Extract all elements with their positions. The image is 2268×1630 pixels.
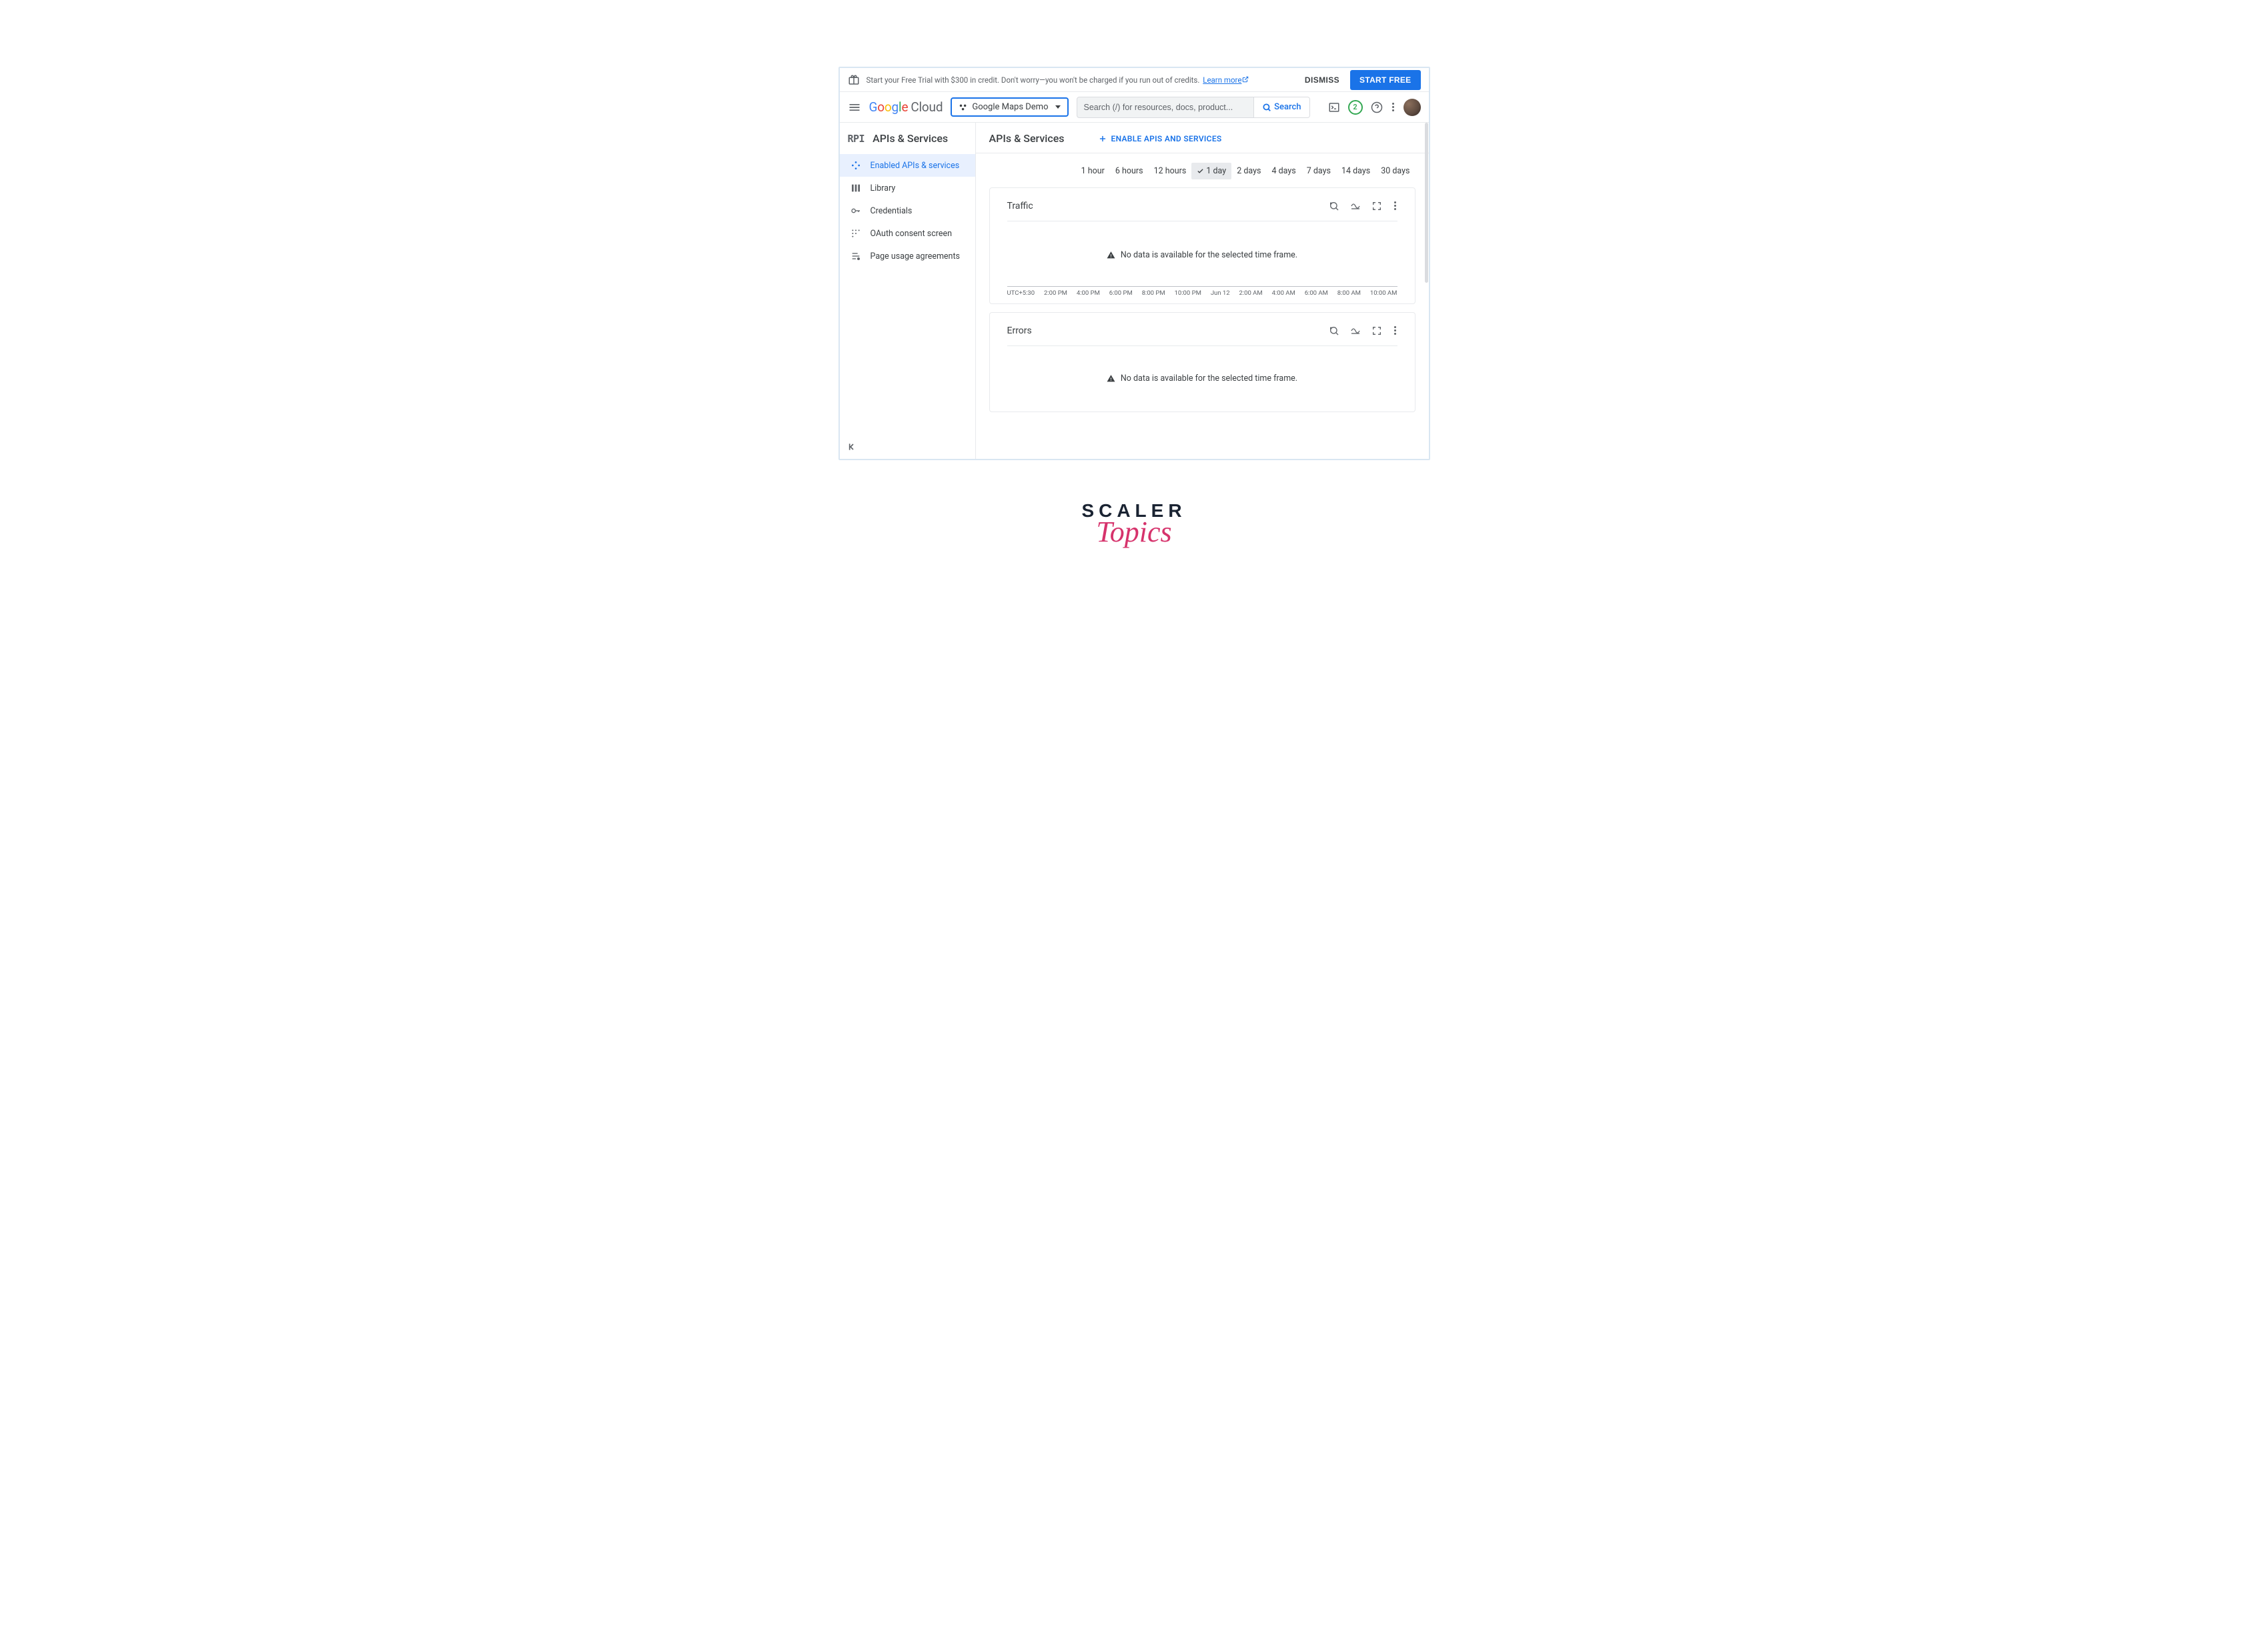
warning-icon bbox=[1107, 251, 1115, 259]
search-input[interactable] bbox=[1077, 103, 1254, 112]
sidebar-item-label: Enabled APIs & services bbox=[871, 161, 960, 171]
axis-tick: 2:00 PM bbox=[1044, 289, 1067, 297]
axis-tick: 10:00 AM bbox=[1370, 289, 1397, 297]
main-header: APIs & Services ENABLE APIS AND SERVICES bbox=[976, 123, 1429, 153]
zoom-reset-icon[interactable] bbox=[1329, 201, 1339, 211]
oauth-icon bbox=[851, 228, 861, 239]
time-range-option[interactable]: 30 days bbox=[1375, 163, 1415, 179]
time-range-option[interactable]: 2 days bbox=[1231, 163, 1266, 179]
project-selector[interactable]: Google Maps Demo bbox=[951, 97, 1068, 117]
chevron-down-icon bbox=[1055, 105, 1061, 109]
search-icon bbox=[1262, 103, 1271, 112]
traffic-card: Traffic No data is available bbox=[989, 187, 1415, 304]
time-range-selector: 1 hour6 hours12 hours1 day2 days4 days7 … bbox=[989, 153, 1415, 187]
sidebar-item-library[interactable]: Library bbox=[840, 177, 975, 199]
page-title: APIs & Services bbox=[989, 132, 1065, 145]
topbar: GoogleCloud Google Maps Demo Search 2 bbox=[840, 92, 1429, 123]
time-range-option[interactable]: 12 hours bbox=[1149, 163, 1192, 179]
sidebar-item-label: Library bbox=[871, 183, 896, 193]
axis-tick: 6:00 AM bbox=[1305, 289, 1328, 297]
nodata-message: No data is available for the selected ti… bbox=[1007, 351, 1397, 405]
zoom-reset-icon[interactable] bbox=[1329, 325, 1339, 336]
enabled-apis-icon bbox=[851, 160, 861, 171]
axis-tick: 4:00 AM bbox=[1272, 289, 1295, 297]
watermark: SCALER Topics bbox=[1074, 500, 1194, 549]
time-range-option[interactable]: 7 days bbox=[1301, 163, 1336, 179]
page-usage-icon bbox=[851, 251, 861, 261]
time-range-option[interactable]: 4 days bbox=[1266, 163, 1301, 179]
project-label: Google Maps Demo bbox=[972, 102, 1048, 112]
library-icon bbox=[851, 183, 861, 193]
api-logo-icon: RPI bbox=[848, 133, 865, 145]
fullscreen-icon[interactable] bbox=[1371, 201, 1382, 211]
project-icon bbox=[959, 103, 968, 112]
time-range-option[interactable]: 6 hours bbox=[1110, 163, 1149, 179]
banner-text: Start your Free Trial with $300 in credi… bbox=[867, 75, 1249, 85]
axis-ticks: UTC+5:30 2:00 PM 4:00 PM 6:00 PM 8:00 PM 10:0… bbox=[1007, 287, 1397, 297]
axis-tick: 10:00 PM bbox=[1175, 289, 1201, 297]
menu-icon[interactable] bbox=[848, 101, 861, 114]
axis-tick: 8:00 PM bbox=[1142, 289, 1165, 297]
axis-tick: Jun 12 bbox=[1211, 289, 1230, 297]
collapse-icon[interactable] bbox=[846, 442, 857, 452]
body: RPI APIs & Services Enabled APIs & servi… bbox=[840, 123, 1429, 459]
google-cloud-logo[interactable]: GoogleCloud bbox=[869, 99, 943, 115]
more-vert-icon[interactable] bbox=[1391, 101, 1395, 113]
sidebar: RPI APIs & Services Enabled APIs & servi… bbox=[840, 123, 976, 459]
key-icon bbox=[851, 205, 861, 216]
enable-apis-button[interactable]: ENABLE APIS AND SERVICES bbox=[1098, 134, 1222, 143]
card-title: Errors bbox=[1007, 325, 1032, 336]
sidebar-item-label: Page usage agreements bbox=[871, 251, 961, 261]
time-range-option[interactable]: 1 day bbox=[1191, 163, 1231, 179]
sidebar-item-page-usage[interactable]: Page usage agreements bbox=[840, 245, 975, 267]
axis-tick: 4:00 PM bbox=[1077, 289, 1100, 297]
warning-icon bbox=[1107, 374, 1115, 383]
sidebar-title: APIs & Services bbox=[873, 132, 948, 145]
axis-tick: UTC+5:30 bbox=[1007, 289, 1035, 297]
trial-banner: Start your Free Trial with $300 in credi… bbox=[840, 68, 1429, 92]
card-title: Traffic bbox=[1007, 201, 1033, 211]
axis-tick: 2:00 AM bbox=[1239, 289, 1263, 297]
start-free-button[interactable]: START FREE bbox=[1350, 70, 1420, 90]
sidebar-item-label: OAuth consent screen bbox=[871, 229, 953, 239]
cloud-shell-icon[interactable] bbox=[1328, 101, 1340, 113]
axis-tick: 8:00 AM bbox=[1337, 289, 1361, 297]
sidebar-header: RPI APIs & Services bbox=[840, 123, 975, 154]
plus-icon bbox=[1098, 134, 1107, 143]
external-link-icon bbox=[1242, 76, 1249, 83]
gift-icon bbox=[848, 74, 860, 86]
card-more-icon[interactable] bbox=[1393, 325, 1397, 336]
nodata-message: No data is available for the selected ti… bbox=[1007, 227, 1397, 283]
learn-more-link[interactable]: Learn more bbox=[1203, 75, 1249, 85]
fullscreen-icon[interactable] bbox=[1371, 325, 1382, 336]
app-shell: Start your Free Trial with $300 in credi… bbox=[838, 67, 1430, 460]
search-button[interactable]: Search bbox=[1253, 97, 1309, 117]
chart-mode-icon[interactable] bbox=[1350, 201, 1361, 211]
sidebar-item-label: Credentials bbox=[871, 206, 913, 216]
time-range-option[interactable]: 14 days bbox=[1336, 163, 1375, 179]
errors-card: Errors No data is available bbox=[989, 312, 1415, 412]
time-range-option[interactable]: 1 hour bbox=[1076, 163, 1110, 179]
help-icon[interactable] bbox=[1371, 101, 1383, 113]
card-more-icon[interactable] bbox=[1393, 200, 1397, 211]
chart-mode-icon[interactable] bbox=[1350, 325, 1361, 336]
main: APIs & Services ENABLE APIS AND SERVICES… bbox=[976, 123, 1429, 459]
notifications-badge[interactable]: 2 bbox=[1348, 100, 1363, 115]
sidebar-item-oauth[interactable]: OAuth consent screen bbox=[840, 222, 975, 245]
avatar[interactable] bbox=[1403, 99, 1421, 116]
dismiss-button[interactable]: DISMISS bbox=[1299, 71, 1345, 89]
search-bar: Search bbox=[1077, 97, 1310, 118]
sidebar-item-enabled-apis[interactable]: Enabled APIs & services bbox=[840, 154, 975, 177]
axis-tick: 6:00 PM bbox=[1109, 289, 1133, 297]
sidebar-item-credentials[interactable]: Credentials bbox=[840, 199, 975, 222]
